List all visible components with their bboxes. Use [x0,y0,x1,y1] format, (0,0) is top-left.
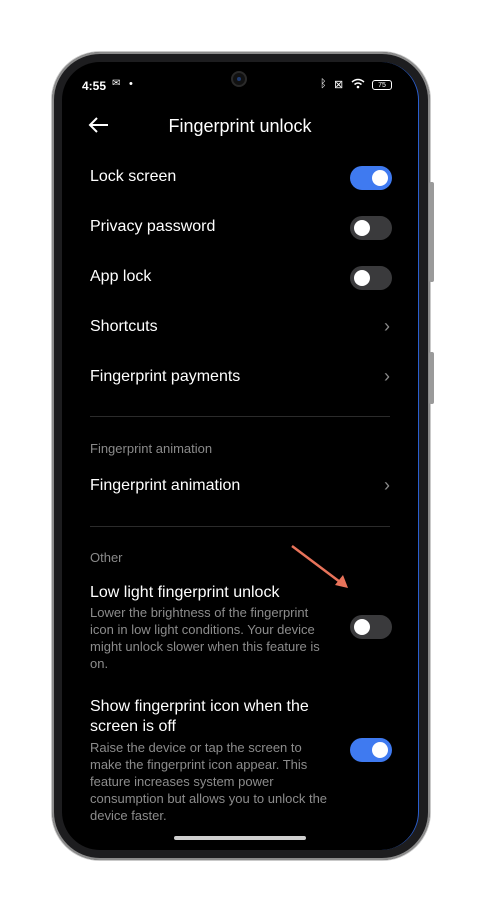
setting-app-lock[interactable]: App lock [90,266,392,290]
divider [90,526,390,527]
setting-shortcuts[interactable]: Shortcuts › [90,316,392,340]
volume-button [429,182,434,282]
show-icon-toggle[interactable] [350,738,392,762]
setting-label: Lock screen [90,168,177,185]
chevron-right-icon: › [384,316,390,336]
setting-description: Raise the device or tap the screen to ma… [90,740,328,823]
setting-lock-screen[interactable]: Lock screen [90,166,392,190]
camera-cutout [231,71,247,87]
section-heading-other: Other [90,549,392,567]
bluetooth-icon: ᛒ [320,78,327,90]
setting-label: Low light fingerprint unlock [90,584,280,601]
home-indicator[interactable] [174,836,306,840]
screen: 4:55 ✉ • ᛒ ⊠ 75 Fingerprint unlock Lock … [62,62,419,850]
sim-icon: ⊠ [334,79,344,91]
setting-label: Fingerprint payments [90,368,241,385]
battery-icon: 75 [372,80,392,90]
power-button [429,352,434,404]
section-heading-animation: Fingerprint animation [90,440,392,458]
mail-icon: ✉ [112,78,121,89]
setting-fingerprint-animation[interactable]: Fingerprint animation › [90,475,392,499]
wifi-icon [351,78,365,92]
setting-label: App lock [90,268,152,285]
setting-low-light-unlock[interactable]: Low light fingerprint unlock Lower the b… [90,584,392,674]
setting-label: Shortcuts [90,318,158,335]
setting-description: Lower the brightness of the fingerprint … [90,605,320,671]
chevron-right-icon: › [384,366,390,386]
setting-label: Privacy password [90,218,216,235]
lock-screen-toggle[interactable] [350,166,392,190]
setting-label: Fingerprint animation [90,477,241,494]
privacy-password-toggle[interactable] [350,216,392,240]
page-title: Fingerprint unlock [168,116,312,136]
dot-icon: • [129,78,133,90]
low-light-toggle[interactable] [350,615,392,639]
status-time: 4:55 [82,79,107,93]
header: Fingerprint unlock [62,114,418,154]
section-heading: Other [90,550,123,565]
app-lock-toggle[interactable] [350,266,392,290]
setting-label: Show fingerprint icon when the screen is… [90,698,309,735]
section-heading: Fingerprint animation [90,441,213,456]
divider [90,416,390,417]
setting-show-icon-screen-off[interactable]: Show fingerprint icon when the screen is… [90,697,392,823]
status-bar: 4:55 ✉ • ᛒ ⊠ 75 [62,62,418,102]
setting-fingerprint-payments[interactable]: Fingerprint payments › [90,366,392,390]
setting-privacy-password[interactable]: Privacy password [90,216,392,240]
chevron-right-icon: › [384,475,390,495]
